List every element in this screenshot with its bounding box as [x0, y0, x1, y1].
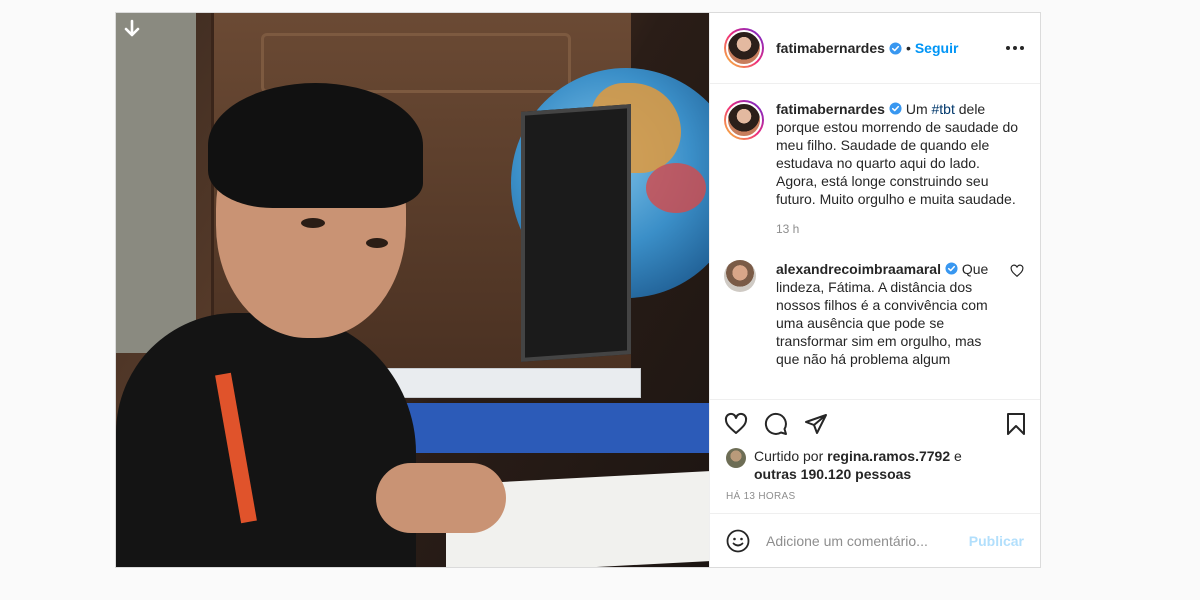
- caption-username[interactable]: fatimabernardes: [776, 101, 885, 117]
- comment-bubble-icon[interactable]: [764, 412, 788, 436]
- photo-boy-shirt: [116, 313, 416, 567]
- heart-icon[interactable]: [724, 412, 748, 436]
- post-actions-bar: [710, 399, 1040, 447]
- likes-others-link[interactable]: outras 190.120 pessoas: [754, 466, 911, 482]
- verified-badge-icon: [945, 262, 958, 275]
- likes-prefix: Curtido por: [754, 448, 828, 464]
- paper-plane-icon[interactable]: [804, 412, 828, 436]
- verified-badge-icon: [889, 102, 902, 115]
- comment-input[interactable]: [766, 532, 969, 549]
- comment-item: alexandrecoimbraamaral Que lindeza, Fáti…: [724, 260, 1024, 368]
- post-side-panel: fatimabernardes • Seguir fatimabernardes…: [709, 13, 1040, 567]
- likes-summary: Curtido por regina.ramos.7792 e outras 1…: [710, 447, 1040, 483]
- photo-laptop: [521, 104, 631, 362]
- liker-avatar[interactable]: [726, 448, 746, 468]
- photo-book: [371, 368, 641, 398]
- more-options-icon[interactable]: [1006, 46, 1024, 50]
- liker-username-link[interactable]: regina.ramos.7792: [827, 448, 950, 464]
- follow-button[interactable]: Seguir: [915, 40, 959, 56]
- add-comment-bar: Publicar: [710, 513, 1040, 567]
- post-header: fatimabernardes • Seguir: [710, 13, 1040, 84]
- emoji-icon[interactable]: [726, 529, 750, 553]
- download-arrow-icon[interactable]: [122, 19, 142, 41]
- post-timestamp[interactable]: HÁ 13 HORAS: [710, 483, 1040, 513]
- likes-connector: e: [950, 448, 962, 464]
- comment-body: alexandrecoimbraamaral Que lindeza, Fáti…: [776, 260, 1006, 368]
- photo-boy-eye: [366, 238, 388, 248]
- commenter-avatar[interactable]: [724, 260, 756, 292]
- photo-wall: [116, 13, 196, 353]
- caption-avatar[interactable]: [724, 100, 764, 140]
- caption-text-start: Um: [901, 101, 932, 117]
- photo-globe-land: [646, 163, 706, 213]
- photo-boy-hair: [208, 83, 423, 208]
- bookmark-icon[interactable]: [1004, 412, 1028, 436]
- publish-button[interactable]: Publicar: [969, 533, 1024, 549]
- post-photo[interactable]: [116, 13, 709, 567]
- photo-boy-eye: [301, 218, 325, 228]
- instagram-post: fatimabernardes • Seguir fatimabernardes…: [115, 12, 1041, 568]
- photo-binder: [366, 403, 709, 453]
- author-username[interactable]: fatimabernardes: [776, 40, 885, 56]
- caption: fatimabernardes Um #tbt dele porque esto…: [724, 100, 1024, 238]
- author-avatar[interactable]: [724, 28, 764, 68]
- likes-text: Curtido por regina.ramos.7792 e outras 1…: [754, 447, 962, 483]
- caption-body: fatimabernardes Um #tbt dele porque esto…: [776, 100, 1024, 238]
- header-separator: •: [905, 40, 911, 56]
- photo-boy-hand: [376, 463, 506, 533]
- comments-section: fatimabernardes Um #tbt dele porque esto…: [710, 84, 1040, 399]
- caption-time[interactable]: 13 h: [776, 220, 1024, 238]
- verified-badge-icon: [889, 41, 902, 55]
- comment-like-heart-icon[interactable]: [1010, 264, 1024, 278]
- comment-username[interactable]: alexandrecoimbraamaral: [776, 261, 941, 277]
- caption-hashtag-link[interactable]: #tbt: [932, 101, 955, 117]
